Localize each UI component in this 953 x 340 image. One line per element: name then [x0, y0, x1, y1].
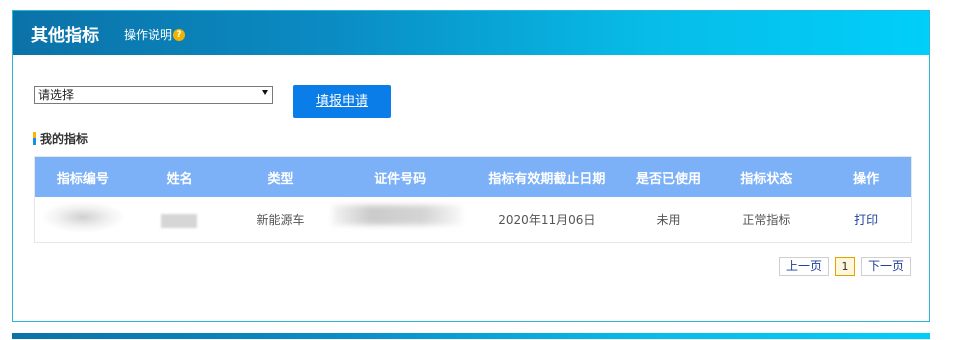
print-link[interactable]: 打印: [854, 211, 878, 228]
column-header-id-number: 证件号码: [374, 171, 427, 187]
section-marker-icon: [33, 132, 36, 145]
indicator-select[interactable]: 请选择: [34, 86, 273, 104]
current-page-indicator[interactable]: 1: [835, 257, 855, 276]
column-header-name: 姓名: [166, 171, 193, 187]
apply-button[interactable]: 填报申请: [293, 85, 391, 118]
page-title: 其他指标: [31, 26, 99, 46]
column-header-used: 是否已使用: [636, 171, 702, 187]
help-link[interactable]: 操作说明 ?: [124, 26, 186, 43]
indicators-table: 指标编号 姓名 类型 证件号码 指标有效期截止日期 是否已使用 指标状态 操作 …: [34, 156, 912, 243]
cell-id-number: [332, 197, 468, 242]
next-page-button[interactable]: 下一页: [861, 257, 911, 276]
redacted-id: [43, 202, 123, 232]
cell-action: 打印: [821, 197, 911, 242]
cell-type: 新能源车: [256, 213, 305, 227]
cell-name: [131, 197, 229, 242]
question-circle-icon[interactable]: ?: [173, 28, 186, 41]
column-header-type: 类型: [267, 171, 294, 187]
other-indicators-panel: 其他指标 操作说明 ? 请选择 填报申请 我的指标 指标编号 姓名 类型 证件号…: [12, 10, 930, 322]
chevron-down-icon[interactable]: [262, 90, 268, 95]
column-header-status: 指标状态: [740, 171, 793, 187]
section-title: 我的指标: [33, 130, 88, 147]
bottom-divider: [12, 333, 930, 339]
table-row: 新能源车 2020年11月06日 未用 正常指标 打印: [35, 197, 911, 242]
cell-id: [35, 197, 131, 242]
section-title-label: 我的指标: [40, 132, 89, 146]
cell-used: 未用: [656, 213, 681, 227]
help-label[interactable]: 操作说明: [124, 26, 172, 43]
panel-header: 其他指标 操作说明 ?: [13, 11, 929, 55]
cell-expiry: 2020年11月06日: [498, 213, 596, 227]
column-header-id: 指标编号: [56, 171, 109, 187]
redacted-id-number: [332, 205, 463, 225]
indicator-select-value[interactable]: 请选择: [38, 88, 74, 102]
table-header-row: 指标编号 姓名 类型 证件号码 指标有效期截止日期 是否已使用 指标状态 操作: [35, 157, 911, 197]
cell-status: 正常指标: [742, 213, 791, 227]
redacted-name: [160, 214, 197, 228]
column-header-action: 操作: [853, 171, 880, 187]
column-header-expiry: 指标有效期截止日期: [488, 171, 606, 187]
prev-page-button[interactable]: 上一页: [779, 257, 829, 276]
